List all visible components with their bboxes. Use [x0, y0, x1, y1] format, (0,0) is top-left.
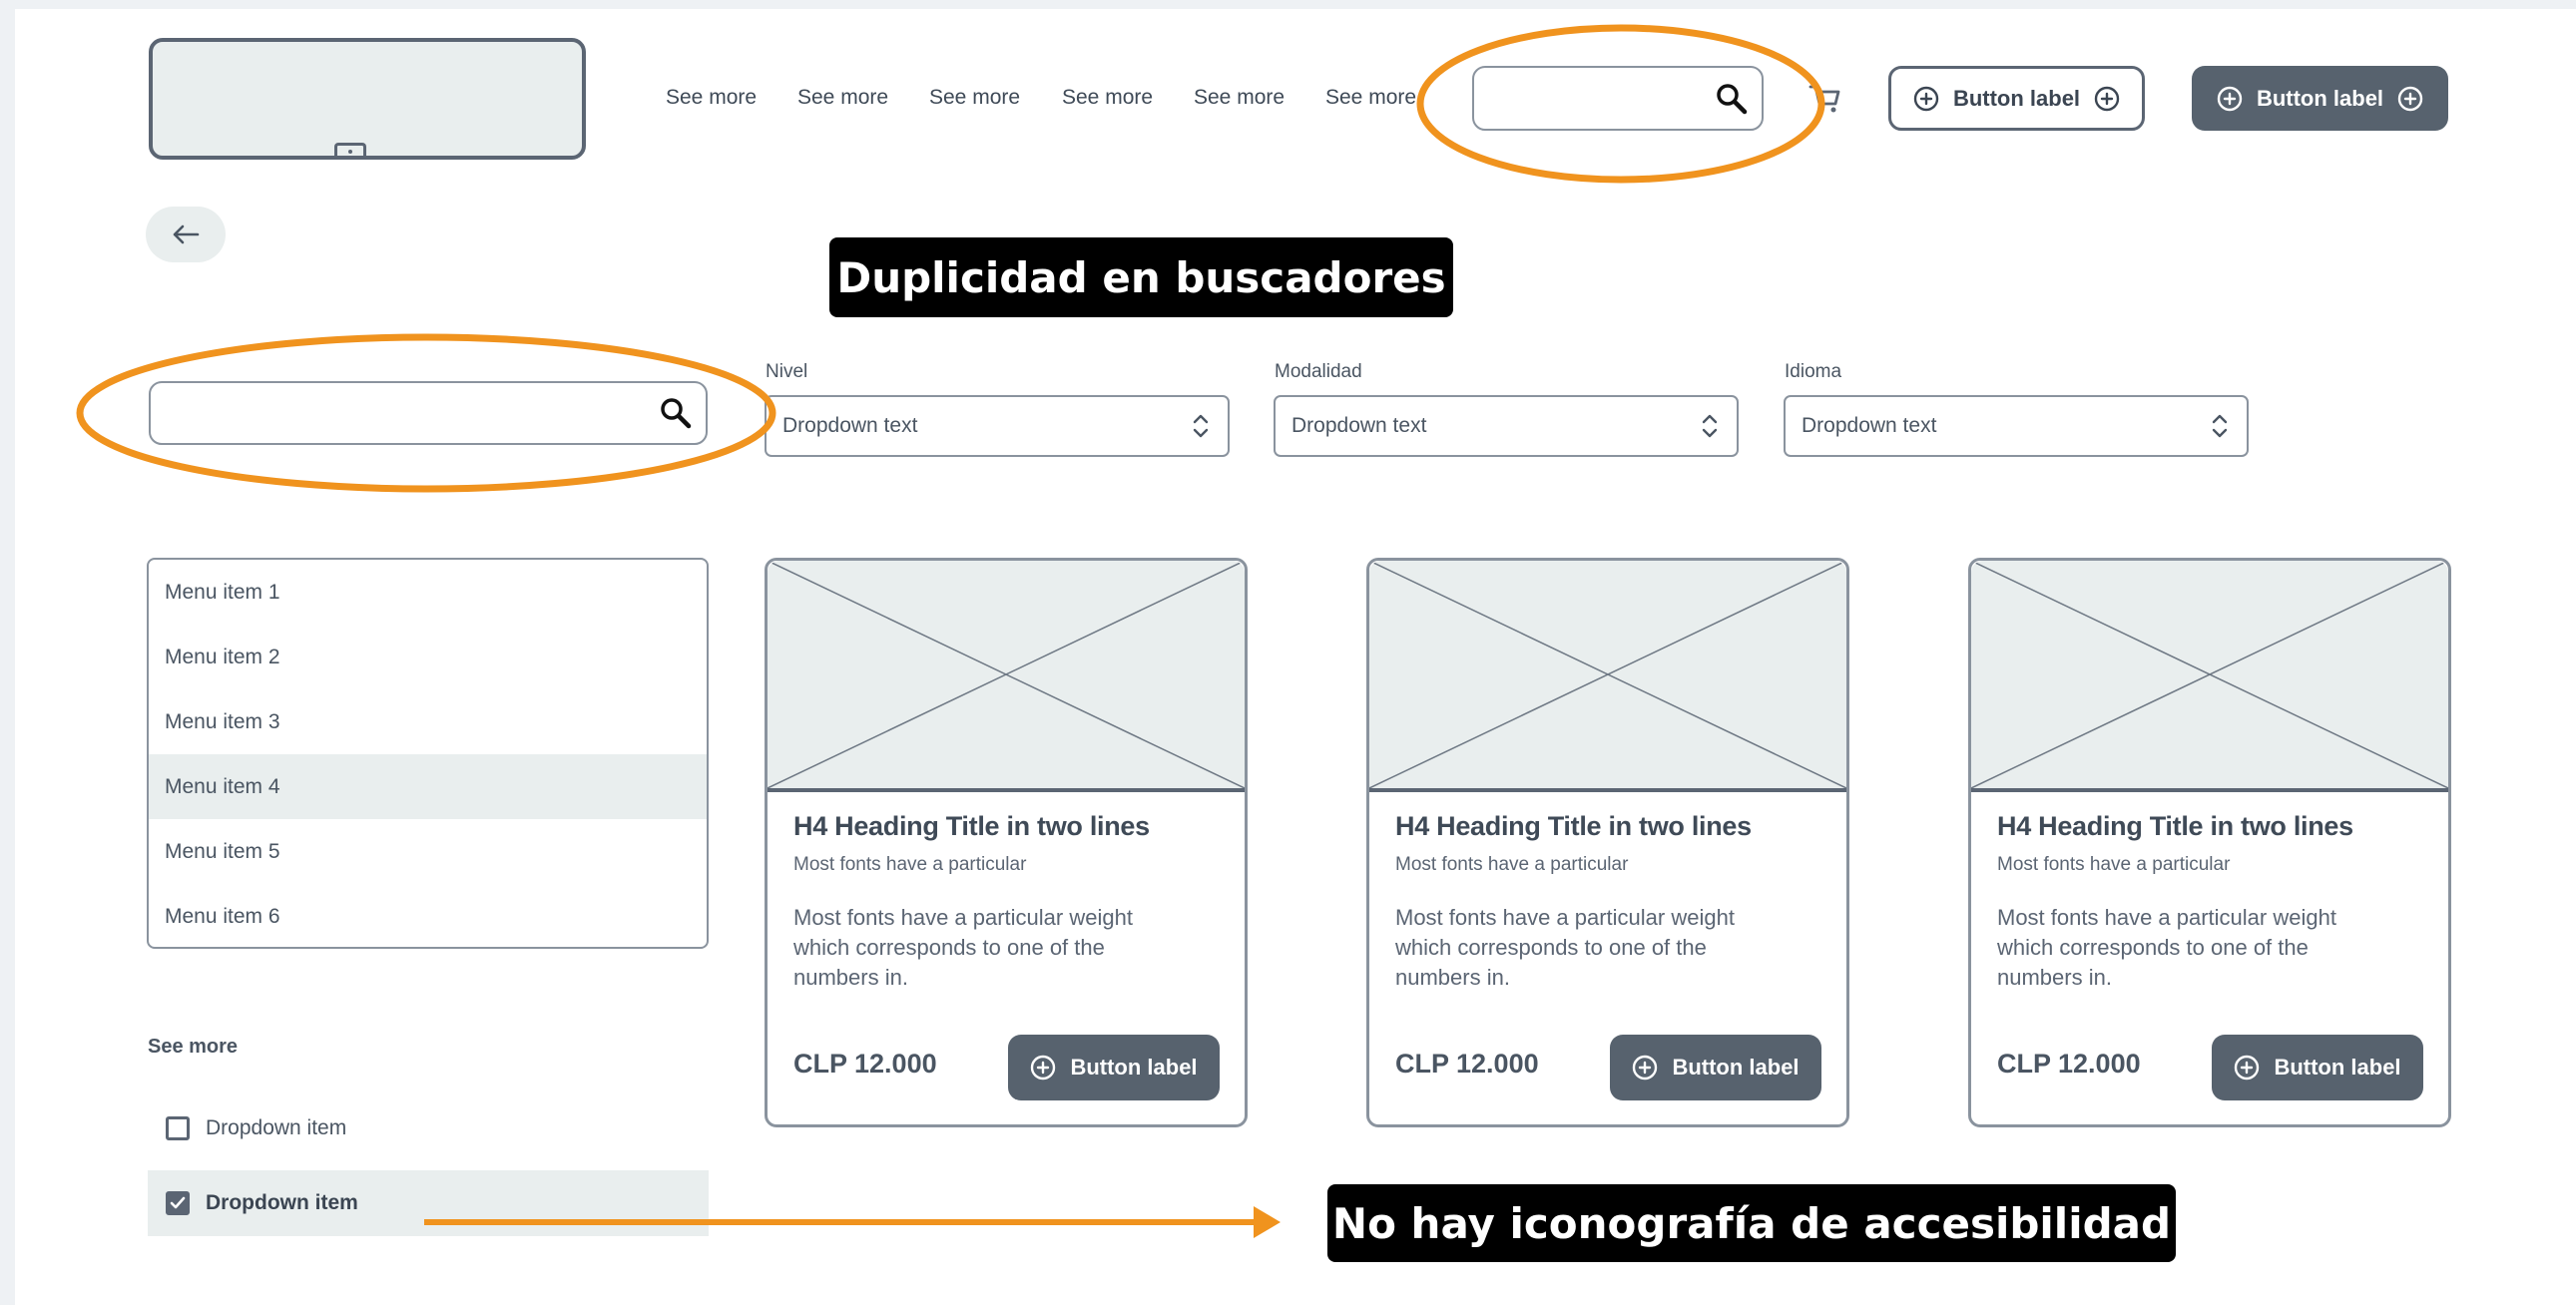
dropdown-idioma[interactable]: Dropdown text: [1784, 395, 2249, 457]
dropdown-modalidad[interactable]: Dropdown text: [1274, 395, 1739, 457]
card-button[interactable]: Button label: [1610, 1035, 1821, 1100]
card-body: Most fonts have a particular weight whic…: [1997, 905, 2336, 990]
image-placeholder: [768, 561, 1245, 792]
checkbox-label: Dropdown item: [206, 1116, 347, 1139]
product-card-1: H4 Heading Title in two lines Most fonts…: [765, 558, 1248, 1127]
image-placeholder: [1369, 561, 1846, 792]
nav-link-4[interactable]: See more: [1062, 86, 1153, 110]
filter-search-input[interactable]: [149, 381, 708, 445]
card-button-label: Button label: [2274, 1055, 2401, 1080]
plus-circle-icon: [1633, 1055, 1658, 1081]
checkmark-icon: [170, 1196, 186, 1209]
menu-item-1[interactable]: Menu item 1: [149, 560, 707, 625]
nav-link-1[interactable]: See more: [666, 86, 757, 110]
checkbox-unchecked[interactable]: [166, 1116, 190, 1140]
card-button[interactable]: Button label: [1008, 1035, 1220, 1100]
dropdown-value: Dropdown text: [1291, 414, 1427, 437]
dropdown-value: Dropdown text: [1802, 414, 1937, 437]
checkbox-row-2[interactable]: Dropdown item: [148, 1170, 709, 1236]
chevron-updown-icon: [2212, 414, 2228, 438]
plus-circle-icon: [2397, 86, 2423, 111]
menu-item-3[interactable]: Menu item 3: [149, 689, 707, 754]
checkbox-checked[interactable]: [166, 1191, 190, 1215]
search-icon[interactable]: [658, 395, 694, 431]
card-body: Most fonts have a particular weight whic…: [1395, 905, 1735, 990]
header-search-input[interactable]: [1472, 66, 1764, 131]
dropdown-value: Dropdown text: [782, 414, 918, 437]
nav-link-6[interactable]: See more: [1325, 86, 1416, 110]
header-solid-button[interactable]: Button label: [2192, 66, 2448, 131]
menu-item-6[interactable]: Menu item 6: [149, 884, 707, 947]
card-subtitle: Most fonts have a particular: [1395, 854, 1629, 875]
logo-placeholder[interactable]: [149, 38, 586, 160]
dropdown-label-idioma: Idioma: [1785, 361, 1842, 382]
nav-link-5[interactable]: See more: [1194, 86, 1285, 110]
chevron-updown-icon: [1702, 414, 1718, 438]
plus-circle-icon: [2235, 1055, 2260, 1081]
card-button[interactable]: Button label: [2212, 1035, 2423, 1100]
annotation-duplicate-search: Duplicidad en buscadores: [829, 237, 1453, 317]
card-subtitle: Most fonts have a particular: [1997, 854, 2231, 875]
plus-circle-icon: [2217, 86, 2243, 111]
card-title: H4 Heading Title in two lines: [1395, 811, 1752, 841]
back-button[interactable]: [146, 207, 226, 262]
dropdown-label-nivel: Nivel: [766, 361, 808, 382]
product-card-3: H4 Heading Title in two lines Most fonts…: [1968, 558, 2451, 1127]
card-title: H4 Heading Title in two lines: [1997, 811, 2353, 841]
card-button-label: Button label: [1672, 1055, 1800, 1080]
header-outline-button-label: Button label: [1952, 85, 2081, 111]
nav-link-2[interactable]: See more: [797, 86, 888, 110]
cart-icon[interactable]: [1807, 80, 1843, 116]
back-arrow-icon: [173, 224, 200, 244]
dropdown-nivel[interactable]: Dropdown text: [765, 395, 1230, 457]
card-button-label: Button label: [1070, 1055, 1198, 1080]
menu-item-2[interactable]: Menu item 2: [149, 625, 707, 689]
nav-link-3[interactable]: See more: [929, 86, 1020, 110]
sidebar-menu: Menu item 1 Menu item 2 Menu item 3 Menu…: [147, 558, 709, 949]
checkbox-row-1[interactable]: Dropdown item: [148, 1095, 709, 1161]
chevron-updown-icon: [1193, 414, 1209, 438]
sidebar-see-more[interactable]: See more: [148, 1036, 238, 1059]
plus-circle-icon: [2094, 86, 2120, 111]
annotation-accessibility: No hay iconografía de accesibilidad: [1327, 1184, 2176, 1262]
menu-item-4[interactable]: Menu item 4: [149, 754, 707, 819]
image-placeholder: [1971, 561, 2448, 792]
plus-circle-icon: [1913, 86, 1939, 111]
card-price: CLP 12.000: [793, 1049, 937, 1079]
menu-item-5[interactable]: Menu item 5: [149, 819, 707, 884]
card-price: CLP 12.000: [1395, 1049, 1539, 1079]
search-icon[interactable]: [1714, 81, 1750, 117]
plus-circle-icon: [1031, 1055, 1056, 1081]
header-outline-button[interactable]: Button label: [1888, 66, 2145, 131]
dropdown-label-modalidad: Modalidad: [1275, 361, 1362, 382]
logo-badge: [334, 143, 366, 158]
card-price: CLP 12.000: [1997, 1049, 2141, 1079]
card-body: Most fonts have a particular weight whic…: [793, 905, 1133, 990]
header-solid-button-label: Button label: [2256, 85, 2384, 111]
card-subtitle: Most fonts have a particular: [793, 854, 1027, 875]
checkbox-label: Dropdown item: [206, 1191, 358, 1214]
card-title: H4 Heading Title in two lines: [793, 811, 1150, 841]
product-card-2: H4 Heading Title in two lines Most fonts…: [1366, 558, 1849, 1127]
